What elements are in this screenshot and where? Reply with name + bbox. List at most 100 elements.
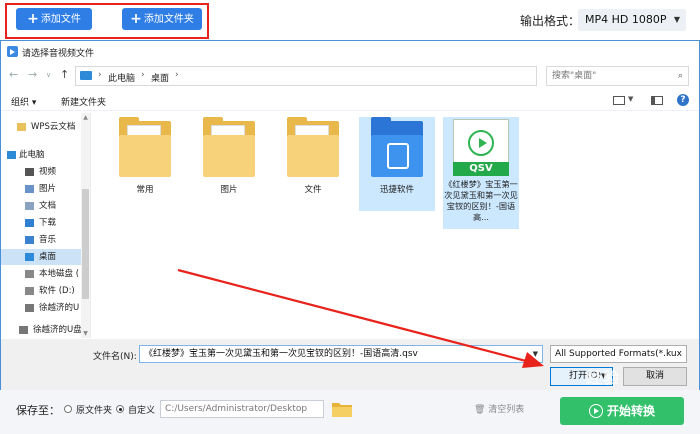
qsv-file-icon: QSV — [453, 119, 509, 176]
filename-value: 《红楼梦》宝玉第一次见黛玉和第一次见宝钗的区别！-国语高清.qsv — [144, 349, 418, 359]
back-arrow-icon[interactable]: ← — [9, 68, 18, 81]
file-type-badge: QSV — [453, 162, 509, 176]
chevron-right-icon: › — [141, 70, 145, 80]
recent-dropdown-icon[interactable]: ∨ — [46, 71, 51, 79]
dialog-title-bar: 请选择音视频文件 — [1, 41, 699, 63]
sidebar-item-wps-cloud[interactable]: WPS云文档 — [1, 119, 81, 135]
desktop-icon — [25, 253, 34, 261]
forward-arrow-icon[interactable]: → — [28, 68, 37, 81]
filetype-select[interactable]: All Supported Formats(*.kux — [550, 345, 687, 363]
new-folder-button[interactable]: 新建文件夹 — [61, 95, 106, 108]
radio-original-label: 原文件夹 — [76, 406, 113, 416]
navigation-pane: WPS云文档 此电脑 视频 图片 文档 下载 音乐 桌面 本地磁盘 (软件 (… — [1, 113, 91, 338]
output-format-label: 输出格式： — [520, 14, 581, 28]
sidebar-item-label: 徐越济的U — [39, 303, 80, 313]
cloud-doc-icon — [17, 123, 26, 131]
sidebar-item-label: 文档 — [39, 201, 57, 211]
sidebar-item-music[interactable]: 音乐 — [1, 232, 81, 248]
sidebar-item-pictures[interactable]: 图片 — [1, 181, 81, 197]
add-file-button[interactable]: + 添加文件 — [16, 8, 92, 30]
music-icon — [25, 236, 34, 244]
sidebar-item-label: 本地磁盘 ( — [39, 269, 80, 279]
add-folder-button[interactable]: + 添加文件夹 — [122, 8, 202, 30]
sidebar-item-this-pc[interactable]: 此电脑 — [1, 147, 81, 163]
search-input[interactable]: 搜索"桌面" ⌕ — [546, 66, 689, 86]
breadcrumb-desktop[interactable]: 桌面 — [151, 71, 169, 84]
watermark-text: 经验 — [586, 368, 621, 387]
add-file-label: 添加文件 — [40, 14, 81, 25]
play-icon — [588, 404, 603, 418]
sidebar-item-usb[interactable]: 徐越济的U — [1, 300, 81, 316]
chevron-down-icon[interactable]: ▼ — [628, 95, 633, 103]
organize-menu[interactable]: 组织 ▾ — [11, 95, 36, 108]
dialog-title: 请选择音视频文件 — [22, 49, 95, 59]
search-icon: ⌕ — [677, 71, 683, 81]
app-logo-icon — [7, 46, 18, 57]
help-icon[interactable]: ? — [677, 94, 689, 106]
scroll-up-icon[interactable]: ▲ — [81, 114, 90, 121]
chevron-down-icon: ▼ — [673, 15, 680, 24]
file-item-folder[interactable]: 常用 — [107, 117, 183, 211]
sidebar-item-downloads[interactable]: 下载 — [1, 215, 81, 231]
up-arrow-icon[interactable]: ↑ — [60, 68, 69, 81]
sidebar-item-label: 桌面 — [39, 252, 57, 262]
usb-icon — [25, 304, 34, 312]
address-bar[interactable]: › 此电脑 › 桌面 › ∨ ↻ — [75, 66, 608, 86]
command-bar: 组织 ▾ 新建文件夹 ▼ ? — [1, 91, 699, 111]
plus-icon: + — [130, 11, 142, 27]
file-list: 常用 图片 文件 迅捷软件 QSV 《红楼梦》宝玉第一次见黛玉和第一次见宝钗的区… — [93, 113, 699, 338]
start-convert-button[interactable]: 开始转换 — [560, 397, 684, 425]
usb-icon — [19, 326, 28, 334]
start-label: 开始转换 — [606, 404, 655, 418]
breadcrumb-this-pc[interactable]: 此电脑 — [108, 71, 135, 84]
sidebar-item-label: WPS云文档 — [31, 122, 76, 132]
sidebar-item-video[interactable]: 视频 — [1, 164, 81, 180]
sidebar-item-label: 软件 (D:) — [39, 286, 75, 296]
trash-icon: 🗑 — [474, 405, 489, 415]
output-path-input[interactable]: C:/Users/Administrator/Desktop — [160, 400, 324, 418]
filename-label: 文件名(N): — [93, 352, 137, 362]
output-format-value: MP4 HD 1080P — [585, 13, 667, 26]
sidebar-item-label: 视频 — [39, 167, 57, 177]
file-name: 图片 — [220, 185, 238, 195]
file-item-folder[interactable]: 迅捷软件 — [359, 117, 435, 211]
add-folder-label: 添加文件夹 — [143, 14, 194, 25]
radio-original-folder[interactable] — [64, 405, 72, 413]
radio-custom-folder[interactable] — [116, 405, 124, 413]
download-icon — [25, 219, 34, 227]
app-toolbar: + 添加文件 + 添加文件夹 输出格式： MP4 HD 1080P ▼ — [0, 0, 700, 40]
radio-custom-label: 自定义 — [128, 406, 156, 416]
scrollbar-thumb[interactable] — [82, 189, 89, 299]
output-format-select[interactable]: MP4 HD 1080P ▼ — [578, 9, 686, 31]
file-item-folder[interactable]: 文件 — [275, 117, 351, 211]
preview-pane-icon[interactable] — [651, 96, 663, 105]
file-name: 迅捷软件 — [379, 185, 414, 195]
file-item-video[interactable]: QSV 《红楼梦》宝玉第一次见黛玉和第一次见宝钗的区别！-国语高... — [443, 117, 519, 229]
scroll-down-icon[interactable]: ▼ — [81, 330, 90, 337]
sidebar-item-label: 此电脑 — [19, 150, 45, 160]
search-placeholder: 搜索"桌面" — [552, 71, 597, 81]
file-name: 文件 — [304, 185, 322, 195]
play-icon — [468, 130, 494, 156]
sidebar-item-label: 图片 — [39, 184, 57, 194]
view-options-icon[interactable] — [613, 96, 625, 105]
sidebar-item-software-d[interactable]: 软件 (D:) — [1, 283, 81, 299]
file-item-folder[interactable]: 图片 — [191, 117, 267, 211]
app-bottom-bar: 保存至： 原文件夹 自定义 C:/Users/Administrator/Des… — [0, 390, 700, 434]
folder-icon — [287, 117, 339, 177]
filename-input[interactable]: 《红楼梦》宝玉第一次见黛玉和第一次见宝钗的区别！-国语高清.qsv ▼ — [139, 345, 543, 363]
disk-icon — [25, 287, 34, 295]
sidebar-item-usb-drive[interactable]: 徐越济的U盘 — [1, 322, 81, 338]
browse-folder-icon[interactable] — [331, 400, 353, 418]
sidebar-item-label: 下载 — [39, 218, 57, 228]
clear-list-button[interactable]: 🗑 清空列表 — [474, 402, 524, 415]
disk-icon — [25, 270, 34, 278]
sidebar-item-documents[interactable]: 文档 — [1, 198, 81, 214]
sidebar-item-desktop[interactable]: 桌面 — [1, 249, 81, 265]
sidebar-item-local-disk[interactable]: 本地磁盘 ( — [1, 266, 81, 282]
folder-icon — [119, 117, 171, 177]
cancel-button[interactable]: 取消 — [623, 367, 687, 386]
organize-label: 组织 — [11, 98, 30, 108]
chevron-down-icon[interactable]: ▼ — [533, 346, 538, 362]
sidebar-scrollbar[interactable]: ▲ ▼ — [81, 113, 90, 338]
